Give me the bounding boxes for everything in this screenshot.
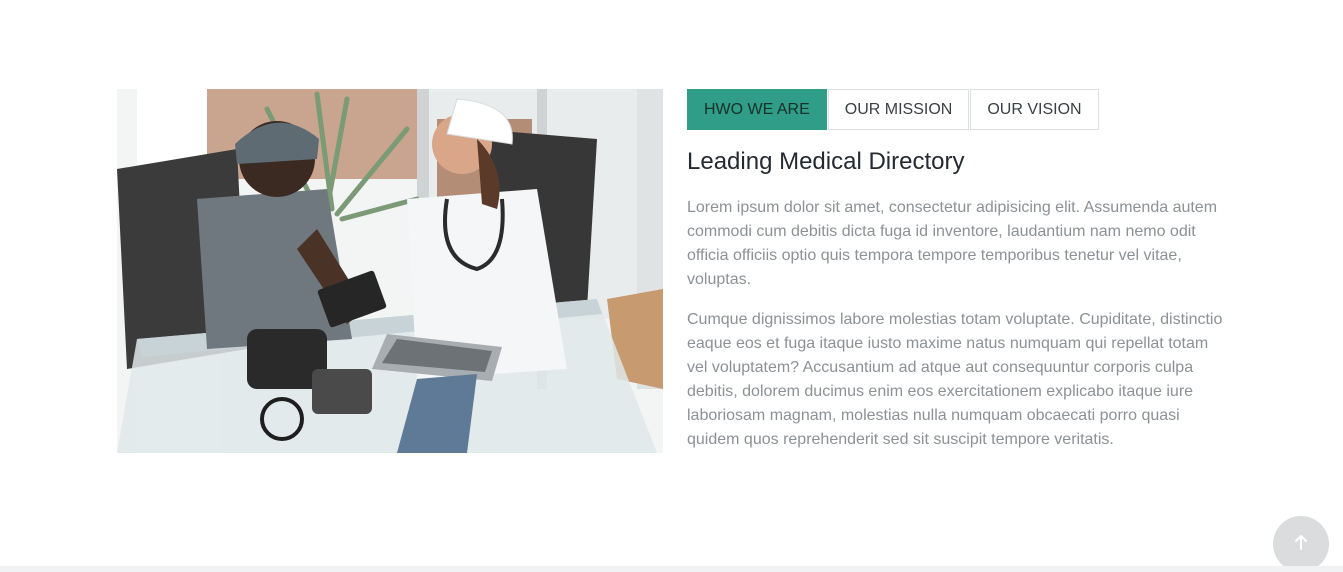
about-content: HWO WE ARE OUR MISSION OUR VISION Leadin… xyxy=(687,89,1227,452)
about-tabs: HWO WE ARE OUR MISSION OUR VISION xyxy=(687,89,1227,130)
footer-divider xyxy=(0,566,1343,572)
arrow-up-icon xyxy=(1291,532,1311,557)
section-paragraph-1: Lorem ipsum dolor sit amet, consectetur … xyxy=(687,199,1218,288)
back-to-top-button[interactable] xyxy=(1273,516,1329,572)
section-paragraph-2: Cumque dignissimos labore molestias tota… xyxy=(687,311,1223,448)
tab-our-mission[interactable]: OUR MISSION xyxy=(827,89,970,130)
doctors-photo xyxy=(117,89,663,453)
tab-our-vision[interactable]: OUR VISION xyxy=(970,89,1099,130)
section-heading: Leading Medical Directory xyxy=(687,148,965,175)
tab-who-we-are[interactable]: HWO WE ARE xyxy=(687,89,827,130)
about-section: HWO WE ARE OUR MISSION OUR VISION Leadin… xyxy=(0,0,1343,572)
